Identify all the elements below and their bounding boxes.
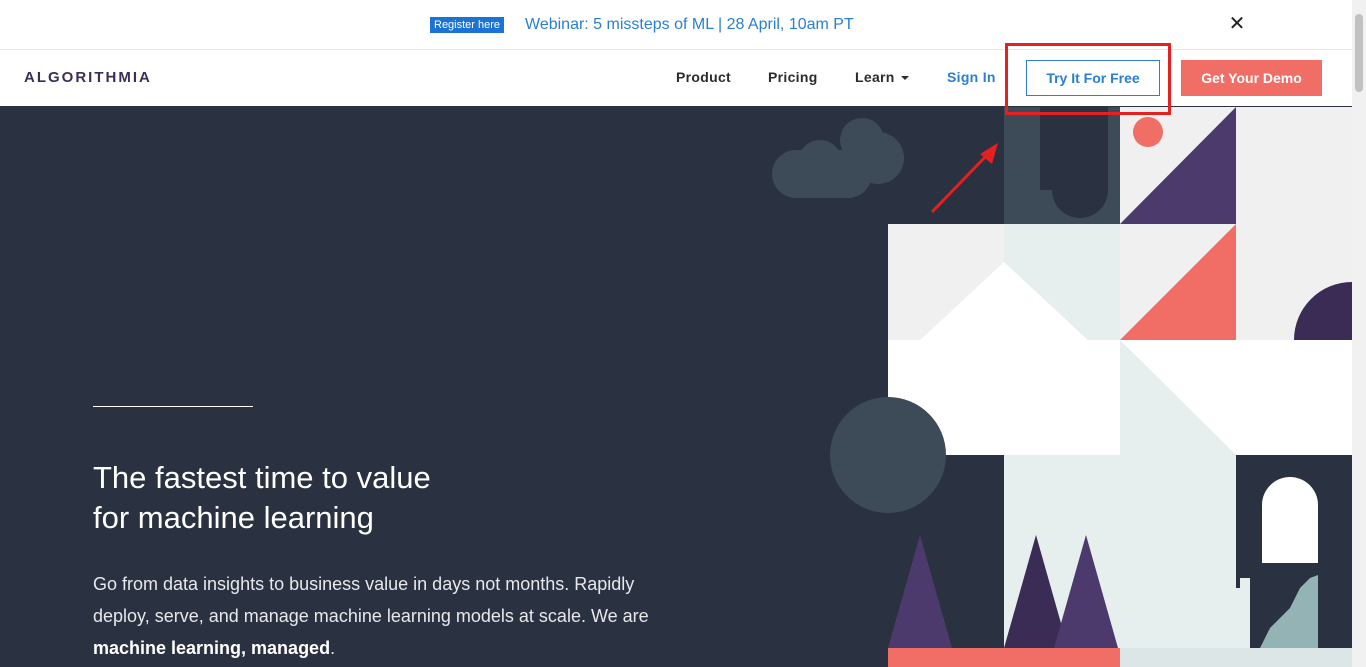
hero-body-end: . <box>330 638 336 658</box>
hero-body-bold: machine learning, managed <box>93 638 331 658</box>
sign-in-link[interactable]: Sign In <box>947 69 996 85</box>
page-scrollbar[interactable] <box>1352 0 1366 667</box>
scrollbar-thumb[interactable] <box>1355 14 1363 92</box>
sun-dot <box>1133 117 1163 147</box>
hero-title-line-2: for machine learning <box>93 500 374 535</box>
annotation-highlight-box <box>1005 43 1171 115</box>
caret-down-icon <box>900 76 909 81</box>
annotation-arrow <box>930 150 992 214</box>
logo[interactable]: ALGORITHMIA <box>24 69 152 86</box>
hero-description: Go from data insights to business value … <box>93 568 653 664</box>
hero-divider <box>93 406 253 407</box>
circle-slate <box>830 397 946 513</box>
cloud-left <box>772 118 904 198</box>
hero-title: The fastest time to value for machine le… <box>93 458 613 538</box>
close-icon[interactable]: ✕ <box>1226 12 1248 36</box>
webinar-link[interactable]: Webinar: 5 missteps of ML | 28 April, 10… <box>525 14 854 36</box>
nav-item-product[interactable]: Product <box>676 69 731 85</box>
tree-1 <box>888 535 952 648</box>
get-demo-button[interactable]: Get Your Demo <box>1181 60 1322 96</box>
nav-item-pricing[interactable]: Pricing <box>768 69 818 85</box>
hero-title-line-1: The fastest time to value <box>93 460 431 495</box>
nav-item-learn[interactable]: Learn <box>855 69 909 85</box>
hero-body-text: Go from data insights to business value … <box>93 574 649 626</box>
bridge <box>888 648 1120 667</box>
register-badge[interactable]: Register here <box>430 17 505 33</box>
arch-window <box>1262 477 1318 563</box>
learn-label: Learn <box>855 69 895 85</box>
